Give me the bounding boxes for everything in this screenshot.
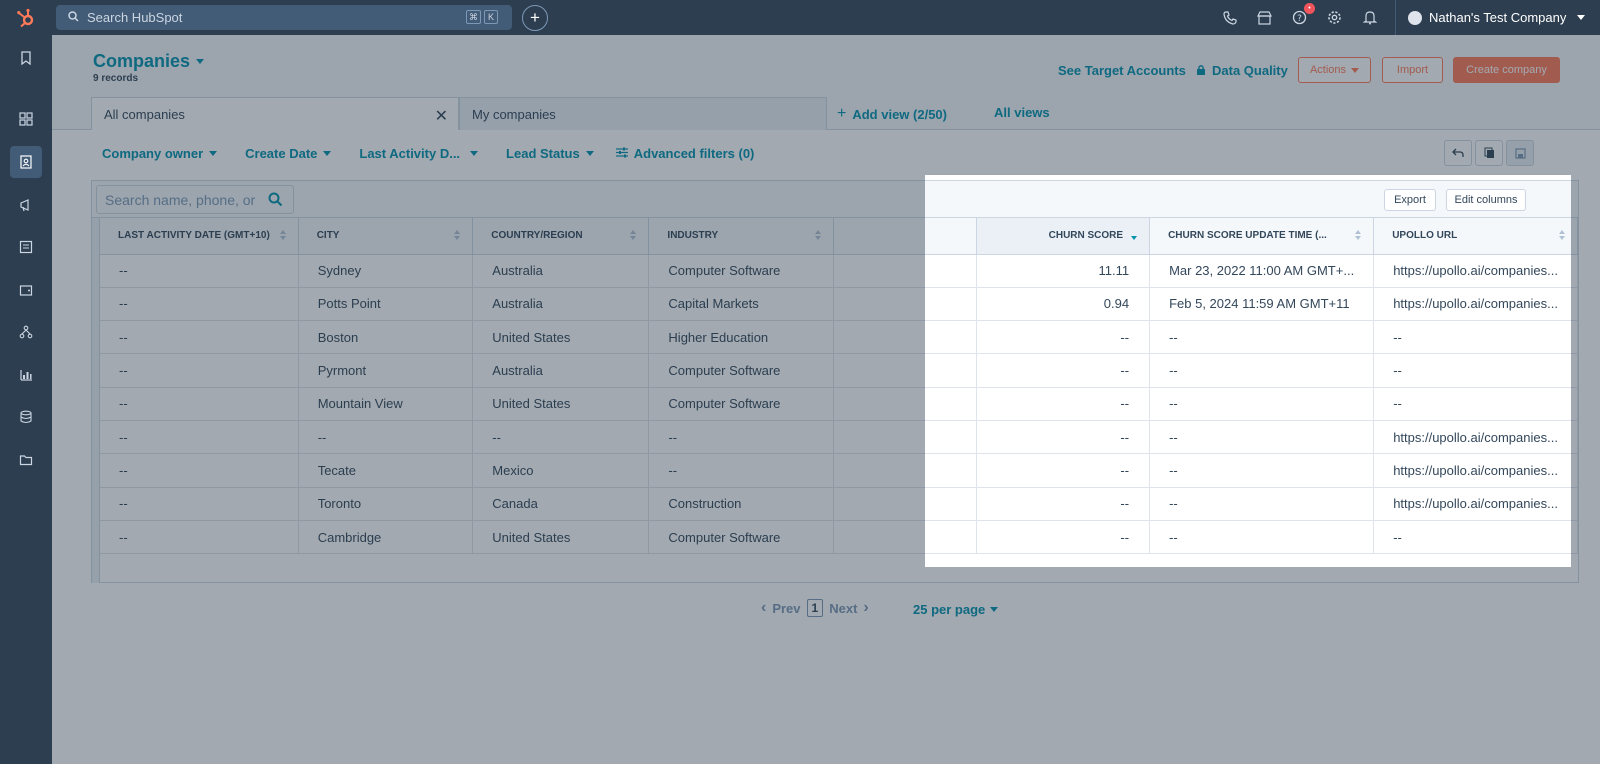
table-cell[interactable]: https://upollo.ai/companies... <box>1373 453 1578 488</box>
table-cell: Mar 23, 2022 11:00 AM GMT+... <box>1149 254 1375 288</box>
search-placeholder: Search HubSpot <box>87 10 183 25</box>
edit-columns-button[interactable]: Edit columns <box>1446 189 1526 211</box>
content-icon[interactable] <box>14 235 38 259</box>
settings-gear-icon[interactable] <box>1325 9 1344 26</box>
notification-badge: • <box>1304 3 1315 14</box>
hubspot-logo-icon[interactable] <box>0 0 52 35</box>
table-cell: -- <box>1373 387 1578 421</box>
cmd-key: ⌘ <box>466 10 481 24</box>
table-cell: -- <box>976 487 1151 521</box>
phone-icon[interactable] <box>1220 9 1239 26</box>
marketplace-icon[interactable] <box>1255 9 1274 26</box>
table-cell: -- <box>1149 387 1375 421</box>
overlay-dim <box>52 175 925 764</box>
svg-text:?: ? <box>1297 14 1302 24</box>
overlay-dim <box>925 567 1571 764</box>
chevron-down-icon <box>1577 15 1586 20</box>
table-cell[interactable]: https://upollo.ai/companies... <box>1373 254 1578 288</box>
main-content: Companies 9 records See Target Accounts … <box>52 35 1600 764</box>
left-sidebar-nav <box>0 35 52 764</box>
table-cell: -- <box>1149 453 1375 488</box>
table-cell: -- <box>1149 420 1375 455</box>
column-header-churn-score-update-time[interactable]: Churn Score Update Time (... <box>1149 218 1375 255</box>
export-button[interactable]: Export <box>1384 189 1436 211</box>
overlay-dim <box>52 35 1600 175</box>
table-cell: -- <box>976 387 1151 421</box>
plus-icon: + <box>530 8 540 27</box>
avatar <box>1408 10 1422 25</box>
bookmark-icon[interactable] <box>14 46 38 70</box>
account-name: Nathan's Test Company <box>1429 10 1567 25</box>
table-cell: -- <box>1149 353 1375 388</box>
table-cell: -- <box>976 353 1151 388</box>
table-cell: -- <box>1149 487 1375 521</box>
table-cell: -- <box>976 520 1151 555</box>
table-cell[interactable]: https://upollo.ai/companies... <box>1373 287 1578 322</box>
k-key: K <box>484 10 498 24</box>
reporting-chart-icon[interactable] <box>14 363 38 387</box>
notifications-bell-icon[interactable] <box>1360 9 1379 26</box>
sort-descending-icon[interactable] <box>1131 230 1138 241</box>
table-cell: -- <box>1373 320 1578 355</box>
top-utility-icons: ? • <box>1220 3 1379 26</box>
column-label: Upollo URL <box>1392 230 1458 242</box>
top-navigation-bar: Search HubSpot ⌘ K + ? • Nathan's Test Co… <box>0 0 1600 35</box>
table-cell: -- <box>1373 520 1578 555</box>
global-search-input[interactable]: Search HubSpot ⌘ K <box>56 5 512 30</box>
data-management-database-icon[interactable] <box>14 405 38 429</box>
automation-workflow-icon[interactable] <box>14 320 38 344</box>
table-cell: -- <box>1149 320 1375 355</box>
marketing-megaphone-icon[interactable] <box>14 193 38 217</box>
table-cell: -- <box>976 320 1151 355</box>
overlay-dim <box>1571 175 1600 764</box>
table-cell: Feb 5, 2024 11:59 AM GMT+11 <box>1149 287 1375 322</box>
keyboard-shortcut: ⌘ K <box>466 10 498 24</box>
library-folder-icon[interactable] <box>14 448 38 472</box>
table-cell: -- <box>1149 520 1375 555</box>
quick-create-button[interactable]: + <box>522 5 548 31</box>
table-cell[interactable]: https://upollo.ai/companies... <box>1373 487 1578 521</box>
table-cell: -- <box>976 453 1151 488</box>
table-cell: 11.11 <box>976 254 1151 288</box>
sort-icon[interactable] <box>1559 230 1565 241</box>
account-menu[interactable]: Nathan's Test Company <box>1395 0 1586 35</box>
dashboard-grid-icon[interactable] <box>14 107 38 131</box>
search-icon <box>68 10 79 25</box>
table-cell: -- <box>976 420 1151 455</box>
sort-icon[interactable] <box>1355 230 1362 241</box>
help-icon[interactable]: ? • <box>1290 3 1315 26</box>
column-label: Churn Score Update Time (... <box>1168 230 1327 242</box>
table-cell: -- <box>1373 353 1578 388</box>
column-header-churn-score[interactable]: Churn Score <box>976 218 1151 255</box>
table-cell: 0.94 <box>976 287 1151 322</box>
commerce-wallet-icon[interactable] <box>14 278 38 302</box>
column-header-upollo-url[interactable]: Upollo URL <box>1373 218 1578 255</box>
contacts-crm-icon[interactable] <box>10 146 42 178</box>
table-cell[interactable]: https://upollo.ai/companies... <box>1373 420 1578 455</box>
column-label: Churn Score <box>1048 230 1124 242</box>
